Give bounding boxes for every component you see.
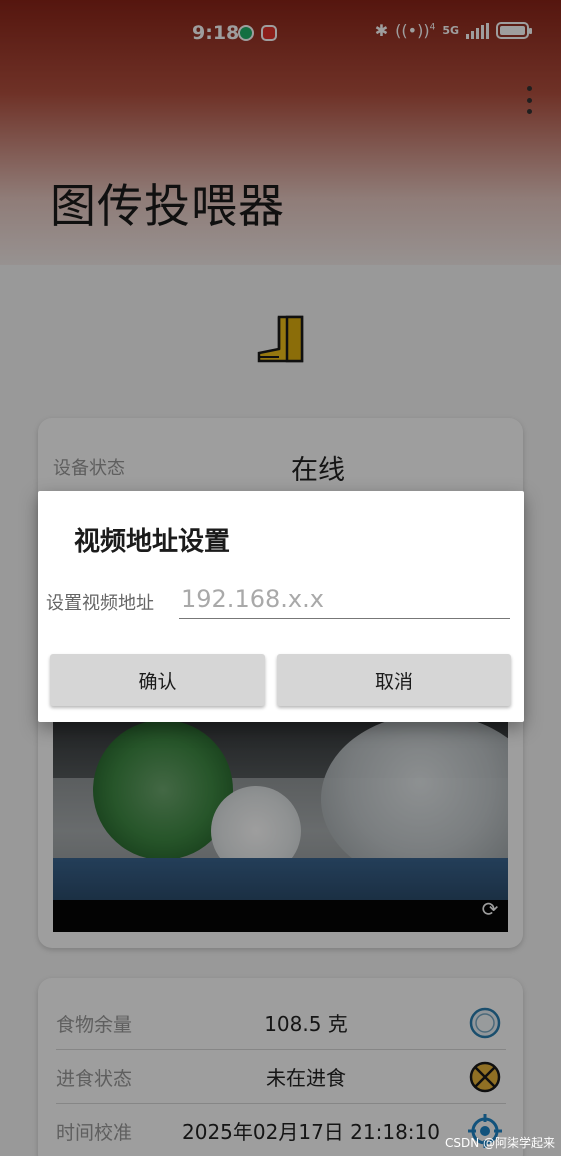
app-screen: 9:18 ✱ ((•))4 5G 图传投喂器 设备状态 在线 ⟳ 食物余量 10… (0, 0, 561, 1156)
video-address-dialog: 视频地址设置 设置视频地址 确认 取消 (38, 491, 524, 722)
dialog-title: 视频地址设置 (74, 527, 231, 557)
confirm-button[interactable]: 确认 (50, 654, 265, 706)
video-address-input[interactable] (179, 579, 510, 619)
watermark-text: CSDN @阿柒学起来 (444, 1136, 555, 1150)
video-address-label: 设置视频地址 (46, 593, 154, 614)
cancel-button[interactable]: 取消 (277, 654, 511, 706)
